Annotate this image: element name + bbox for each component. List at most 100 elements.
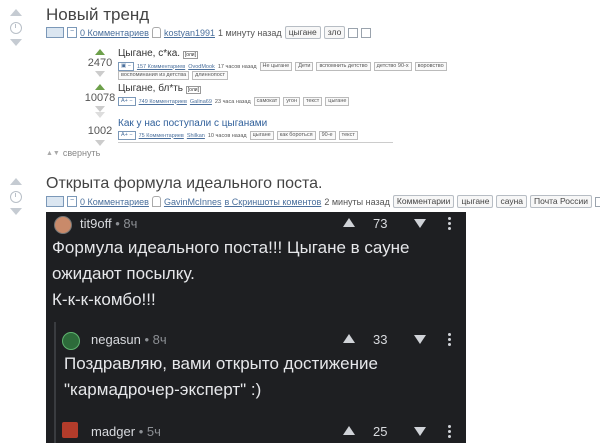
- post1-upvote-button[interactable]: [10, 9, 22, 16]
- post2-downvote-button[interactable]: [10, 208, 22, 215]
- subpost1-time: 17 часов назад: [217, 63, 257, 70]
- comment3-username: madger: [91, 424, 136, 439]
- comment1-text-line: Формула идеального поста!!! Цыгане в сау…: [52, 238, 410, 257]
- comment1-username: tit9off: [80, 216, 112, 231]
- subpost1-author[interactable]: OvodMook: [188, 64, 215, 70]
- subpost1-score: 2470: [87, 57, 113, 69]
- subpost2-author[interactable]: Galina69: [190, 99, 212, 105]
- comment3-upvote-icon: [343, 426, 355, 435]
- subpost3-author[interactable]: Shilkan: [187, 133, 205, 139]
- post1-comments-link[interactable]: 0 Комментариев: [80, 28, 149, 38]
- subpost3-tag[interactable]: как бороться: [276, 131, 316, 140]
- subpost3-downvote-button[interactable]: [95, 140, 105, 146]
- comment1-score: 73: [373, 216, 388, 231]
- subpost1-tag[interactable]: воровство: [414, 62, 447, 71]
- comment2-score: 33: [373, 332, 388, 347]
- post2-tag[interactable]: Почта России: [530, 195, 593, 208]
- subpost3-tag[interactable]: цыгане: [249, 131, 274, 140]
- subpost1-meta-line2: воспоминания из детства длиннопост: [118, 71, 229, 80]
- post2-upvote-button[interactable]: [10, 178, 22, 185]
- post1-title[interactable]: Новый тренд: [46, 5, 149, 25]
- subpost1-upvote-button[interactable]: [95, 49, 105, 55]
- user-avatar: [62, 332, 80, 350]
- add-icon[interactable]: [361, 27, 372, 38]
- post2-community-link[interactable]: в Скриншоты коментов: [224, 197, 321, 207]
- thread-line: [54, 322, 56, 443]
- comment2-time: • 8ч: [144, 332, 167, 347]
- subpost2-badge: [оли]: [185, 86, 201, 94]
- subposts-divider: [118, 142, 393, 143]
- comment1-downvote-icon: [414, 219, 426, 228]
- comment2-downvote-icon: [414, 335, 426, 344]
- subpost3-title[interactable]: Как у нас поступали с цыганами: [118, 118, 267, 129]
- subpost1-tag[interactable]: воспоминания из детства: [118, 71, 190, 80]
- post2-screenshot-image: tit9off • 8ч 73 Формула идеального поста…: [46, 212, 466, 443]
- expand-comments-icon[interactable]: −: [67, 196, 77, 207]
- post2-tag[interactable]: сауна: [496, 195, 528, 208]
- subpost3-comments[interactable]: 75 Комментариев: [139, 133, 184, 139]
- subpost2-time: 23 часа назад: [214, 98, 251, 105]
- comment3-score: 25: [373, 424, 388, 439]
- subpost2-tag[interactable]: цыгане: [325, 97, 350, 106]
- post2-title[interactable]: Открыта формула идеального поста.: [46, 175, 323, 193]
- subpost2-tag[interactable]: самокат: [253, 97, 281, 106]
- subpost2-tag[interactable]: текст: [303, 97, 323, 106]
- user-avatar: [62, 422, 78, 438]
- expand-comments-icon[interactable]: −: [67, 27, 77, 38]
- comment1-time: • 8ч: [115, 216, 138, 231]
- post2-meta: − 0 Комментариев GavinMcInnes в Скриншот…: [46, 195, 600, 208]
- subpost1-downvote-button[interactable]: [95, 71, 105, 77]
- comment1-upvote-icon: [343, 218, 355, 227]
- post2-author-link[interactable]: GavinMcInnes: [164, 197, 222, 207]
- subpost3-score: 1002: [87, 125, 113, 137]
- save-icon[interactable]: [595, 196, 600, 207]
- more-options-icon: [448, 425, 451, 440]
- collapse-arrows-icon: ▲▼: [46, 149, 60, 157]
- post2-comments-link[interactable]: 0 Комментариев: [80, 197, 149, 207]
- subpost1-comments[interactable]: 157 Комментариев: [137, 64, 185, 70]
- more-options-icon: [448, 333, 451, 348]
- comment2-username: negasun: [91, 332, 141, 347]
- subpost1-tag[interactable]: детство 90-х: [373, 62, 412, 71]
- post1-tag[interactable]: цыгане: [284, 26, 321, 39]
- author-icon: [151, 27, 161, 38]
- author-icon: [151, 196, 161, 207]
- comment3-downvote-icon: [414, 427, 426, 436]
- subpost2-tag[interactable]: угон: [283, 97, 301, 106]
- post1-tag[interactable]: зло: [323, 26, 346, 39]
- subpost2-score: 10078: [84, 92, 116, 104]
- post1-save-clock-icon[interactable]: [10, 22, 22, 34]
- post1-author-link[interactable]: kostyan1991: [164, 28, 215, 38]
- subpost1-comments-icon[interactable]: ▣ −: [118, 62, 134, 71]
- save-icon[interactable]: [348, 27, 359, 38]
- post2-save-clock-icon[interactable]: [10, 191, 22, 203]
- subpost3-comments-icon[interactable]: A+ −: [118, 131, 136, 140]
- subpost1-tag[interactable]: Дети: [295, 62, 314, 71]
- more-options-icon: [448, 217, 451, 232]
- subpost1-tag[interactable]: Не цыгане: [259, 62, 293, 71]
- comment2-text-line: "кармадрочер-эксперт" :): [64, 380, 262, 399]
- comment2-upvote-icon: [343, 334, 355, 343]
- post2-tag[interactable]: Комментарии: [392, 195, 455, 208]
- subpost3-vote-icon[interactable]: [95, 112, 105, 118]
- user-avatar: [54, 216, 72, 234]
- subpost3-time: 10 часов назад: [207, 132, 247, 139]
- post1-collapse[interactable]: ▲▼ свернуть: [46, 148, 100, 158]
- subpost1-tag[interactable]: длиннопост: [192, 71, 229, 80]
- comment1-text-line: К-к-к-комбо!!!: [52, 290, 156, 309]
- subpost2-title[interactable]: Цыгане, бл*ть: [118, 83, 183, 94]
- subpost2-comments[interactable]: 749 Комментариев: [139, 99, 187, 105]
- subpost3-tag[interactable]: 90-е: [318, 131, 336, 140]
- comment3-time: • 5ч: [138, 424, 161, 439]
- subpost2-comments-icon[interactable]: A+ −: [118, 97, 136, 106]
- post2-tag[interactable]: цыгане: [457, 195, 494, 208]
- comments-icon[interactable]: [46, 196, 64, 207]
- subpost1-title[interactable]: Цыгане, с*ка.: [118, 48, 180, 59]
- subpost3-tag[interactable]: текст: [338, 131, 358, 140]
- subpost2-meta: A+ − 749 Комментариев Galina69 23 часа н…: [118, 97, 350, 106]
- comments-icon[interactable]: [46, 27, 64, 38]
- post1-downvote-button[interactable]: [10, 39, 22, 46]
- subpost2-upvote-button[interactable]: [95, 84, 105, 90]
- comment2-text-line: Поздравляю, вами открыто достижение: [64, 354, 378, 373]
- subpost1-tag[interactable]: вспомнить детство: [316, 62, 371, 71]
